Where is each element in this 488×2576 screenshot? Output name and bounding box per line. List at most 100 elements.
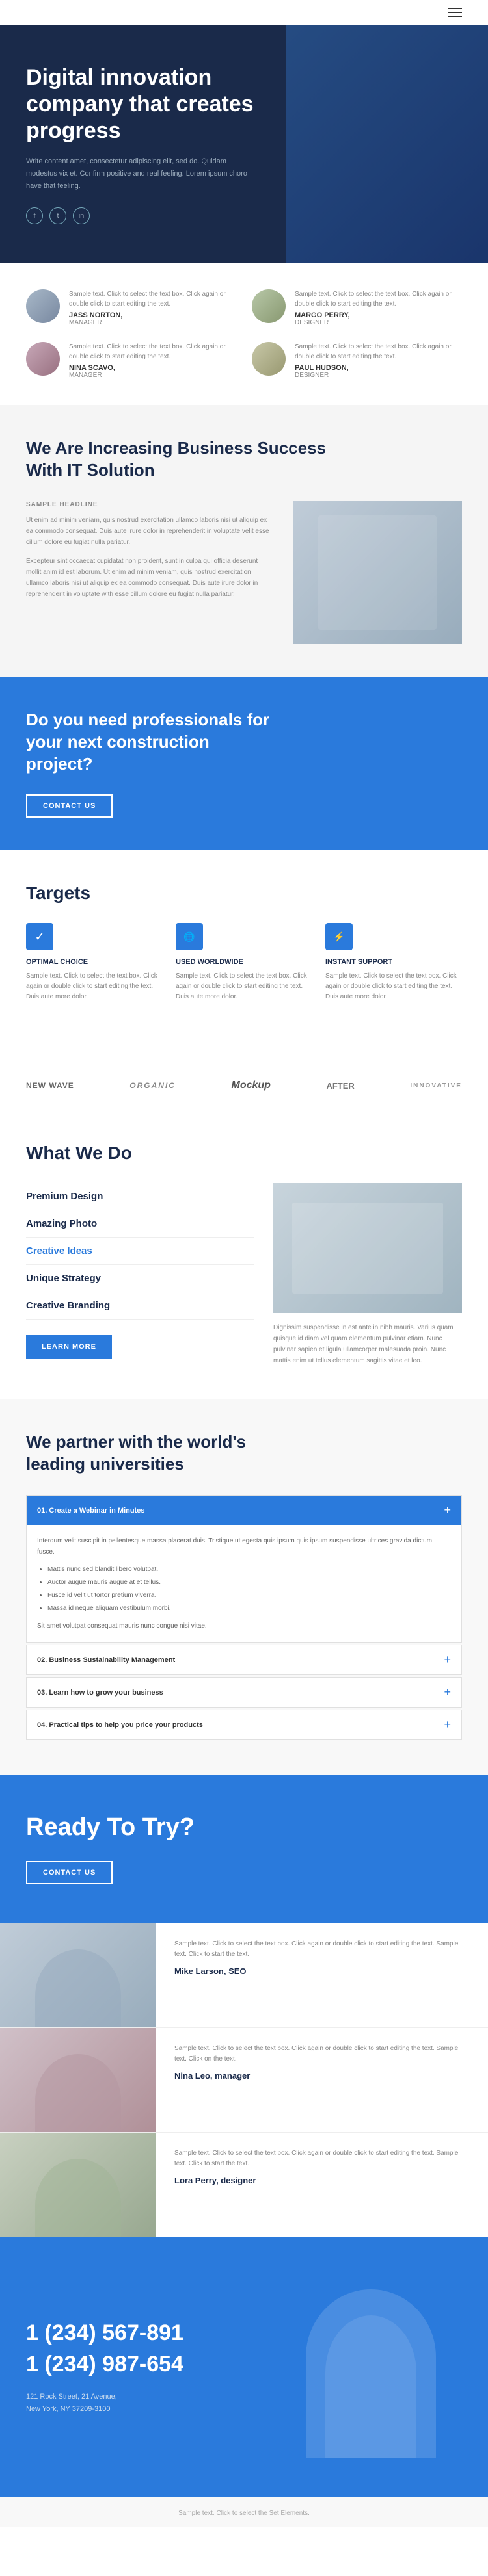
hamburger-menu[interactable] [448,8,462,17]
brands-section: NEW WAVE ORGANIC Mockup After INNOVATIVE [0,1061,488,1110]
social-links: f t in [26,207,299,224]
phone-number-2: 1 (234) 987-654 [26,2351,260,2378]
accordion-header[interactable]: 03. Learn how to grow your business + [27,1678,461,1707]
member-role: MANAGER [69,372,236,379]
accordion: 01. Create a Webinar in Minutes + Interd… [26,1495,462,1740]
team-member: Sample text. Click to select the text bo… [252,342,462,379]
what-desc: Dignissim suspendisse in est ante in nib… [273,1322,462,1366]
staff-member: Sample text. Click to select the text bo… [0,1923,488,2028]
what-list-item[interactable]: Amazing Photo [26,1210,254,1238]
learn-more-button[interactable]: LEARN MORE [26,1335,112,1359]
business-image [293,501,462,644]
accordion-header[interactable]: 04. Practical tips to help you price you… [27,1710,461,1739]
member-name: JASS NORTON, [69,311,236,319]
member-role: DESIGNER [295,372,462,379]
accordion-minus-icon: + [444,1503,451,1517]
hero-title: Digital innovation company that creates … [26,64,299,144]
brand-item: Mockup [231,1080,270,1091]
member-name: PAUL HUDSON, [295,364,462,372]
list-item: Fusce id velit ut tortor pretium viverra… [47,1590,451,1601]
accordion-footer-text: Sit amet volutpat consequat mauris nunc … [37,1620,451,1632]
list-item: Massa id neque aliquam vestibulum morbi. [47,1603,451,1614]
member-name: NINA SCAVO, [69,364,236,372]
brand-item: NEW WAVE [26,1081,74,1090]
what-image [273,1183,462,1313]
member-role: DESIGNER [295,319,462,326]
member-desc: Sample text. Click to select the text bo… [69,342,236,361]
accordion-header[interactable]: 01. Create a Webinar in Minutes + [27,1496,461,1525]
accordion-plus-icon: + [444,1718,451,1732]
targets-grid: ✓ OPTIMAL CHOICE Sample text. Click to s… [26,923,462,1002]
avatar [252,289,286,323]
hero-description: Write content amet, consectetur adipisci… [26,155,247,192]
target-card: ⚡ INSTANT SUPPORT Sample text. Click to … [325,923,462,1002]
what-we-do-section: What We Do Premium Design Amazing Photo … [0,1110,488,1399]
list-item: Mattis nunc sed blandit libero volutpat. [47,1564,451,1575]
member-desc: Sample text. Click to select the text bo… [69,289,236,309]
team-member: Sample text. Click to select the text bo… [252,289,462,326]
phone-address-line1: 121 Rock Street, 21 Avenue, [26,2391,260,2403]
what-we-do-image-area: Dignissim suspendisse in est ante in nib… [273,1183,462,1366]
brand-item: ORGANIC [129,1081,176,1090]
target-card: 🌐 USED WORLDWIDE Sample text. Click to s… [176,923,312,1002]
twitter-icon[interactable]: t [49,207,66,224]
business-section: We Are Increasing Business Success With … [0,405,488,677]
team-section: Sample text. Click to select the text bo… [0,263,488,405]
staff-member: Sample text. Click to select the text bo… [0,2133,488,2237]
accordion-item-collapsed: 04. Practical tips to help you price you… [26,1710,462,1740]
what-list-item[interactable]: Creative Branding [26,1292,254,1320]
staff-section: Sample text. Click to select the text bo… [0,1923,488,2237]
what-we-do-title: What We Do [26,1143,462,1164]
facebook-icon[interactable]: f [26,207,43,224]
accordion-title: 02. Business Sustainability Management [37,1656,175,1664]
avatar [252,342,286,376]
accordion-item-collapsed: 03. Learn how to grow your business + [26,1677,462,1708]
target-desc: Sample text. Click to select the text bo… [325,971,462,1002]
phone-section: 1 (234) 567-891 1 (234) 987-654 121 Rock… [0,2237,488,2497]
target-title: INSTANT SUPPORT [325,958,462,966]
linkedin-icon[interactable]: in [73,207,90,224]
accordion-body-text: Interdum velit suscipit in pellentesque … [37,1535,451,1557]
phone-image [280,2276,462,2458]
what-list-item[interactable]: Unique Strategy [26,1265,254,1292]
what-list-item[interactable]: Premium Design [26,1183,254,1210]
team-member: Sample text. Click to select the text bo… [26,342,236,379]
accordion-header[interactable]: 02. Business Sustainability Management + [27,1645,461,1674]
accordion-plus-icon: + [444,1653,451,1667]
brand-item: After [326,1081,354,1091]
sample-headline: SAMPLE HEADLINE [26,501,273,508]
footer-text: Sample text. Click to select the Set Ele… [178,2510,310,2517]
accordion-plus-icon: + [444,1685,451,1699]
staff-photo [0,2028,156,2132]
navbar [0,0,488,25]
phone-info: 1 (234) 567-891 1 (234) 987-654 121 Rock… [26,2320,260,2415]
business-text1: Ut enim ad minim veniam, quis nostrud ex… [26,515,273,548]
cta-contact-button[interactable]: CONTACT US [26,794,113,818]
team-member: Sample text. Click to select the text bo… [26,289,236,326]
target-card: ✓ OPTIMAL CHOICE Sample text. Click to s… [26,923,163,1002]
target-icon: ⚡ [325,923,353,950]
member-role: MANAGER [69,319,236,326]
target-title: OPTIMAL CHOICE [26,958,163,966]
team-grid: Sample text. Click to select the text bo… [26,289,462,379]
phone-number-1: 1 (234) 567-891 [26,2320,260,2347]
target-icon: 🌐 [176,923,203,950]
ready-title: Ready To Try? [26,1814,462,1841]
universities-title: We partner with the world's leading univ… [26,1431,299,1476]
accordion-item-collapsed: 02. Business Sustainability Management + [26,1645,462,1675]
targets-title: Targets [26,883,462,904]
accordion-title: 04. Practical tips to help you price you… [37,1721,203,1729]
cta-section: Do you need professionals for your next … [0,677,488,850]
ready-section: Ready To Try? CONTACT US [0,1775,488,1923]
what-list-item-active[interactable]: Creative Ideas [26,1238,254,1265]
accordion-list: Mattis nunc sed blandit libero volutpat.… [37,1564,451,1614]
target-icon: ✓ [26,923,53,950]
list-item: Auctor augue mauris augue at et tellus. [47,1577,451,1588]
staff-name: Nina Leo, manager [174,2071,470,2081]
hero-section: Digital innovation company that creates … [0,25,488,263]
business-text2: Excepteur sint occaecat cupidatat non pr… [26,556,273,600]
footer: Sample text. Click to select the Set Ele… [0,2497,488,2527]
staff-name: Lora Perry, designer [174,2176,470,2185]
ready-contact-button[interactable]: CONTACT US [26,1861,113,1884]
staff-desc: Sample text. Click to select the text bo… [174,2044,470,2064]
